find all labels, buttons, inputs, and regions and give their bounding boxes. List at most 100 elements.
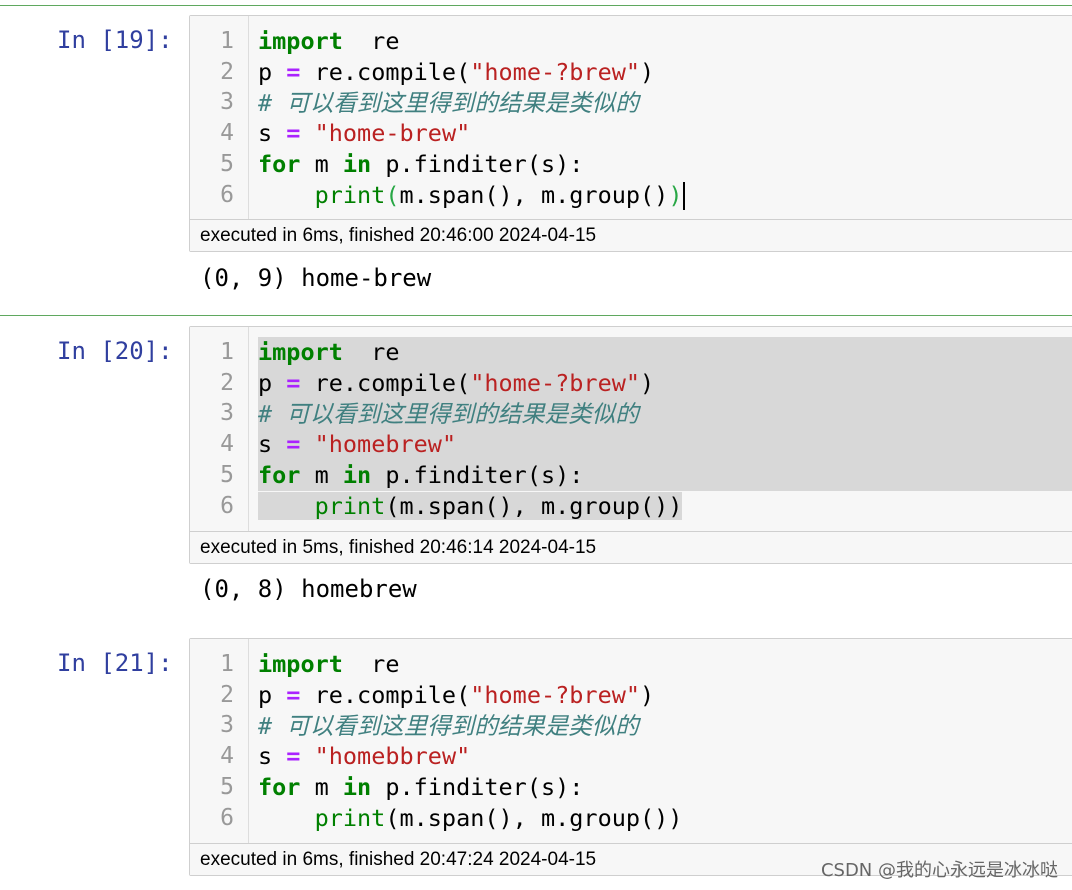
- line-number: 4: [220, 743, 234, 769]
- code-line[interactable]: s = "home-brew": [258, 118, 1072, 149]
- code-token: p: [258, 680, 287, 709]
- input-prompt: In [20]:: [57, 337, 173, 365]
- code-line[interactable]: s = "homebrew": [258, 429, 1072, 461]
- code-token: p.finditer(s):: [371, 461, 584, 490]
- line-number: 3: [220, 400, 234, 426]
- code-token: m: [300, 773, 343, 802]
- line-number: 2: [220, 370, 234, 396]
- line-number: 5: [220, 462, 234, 488]
- code-token: re: [342, 27, 400, 55]
- code-line[interactable]: import re: [258, 337, 1072, 368]
- cell-output: (0, 8) homebrew: [200, 575, 417, 603]
- code-line[interactable]: s = "homebbrew": [258, 741, 1072, 772]
- input-prompt: In [21]:: [57, 649, 173, 677]
- keyword-token: import: [258, 338, 343, 366]
- line-number: 1: [220, 339, 234, 365]
- code-line[interactable]: for m in p.finditer(s):: [258, 149, 1072, 180]
- line-number: 1: [220, 651, 234, 677]
- string-token: "home-?brew": [470, 680, 641, 709]
- line-number: 5: [220, 151, 234, 177]
- code-token: p: [258, 57, 287, 86]
- operator-token: =: [286, 742, 301, 771]
- string-token: "home-?brew": [470, 368, 641, 397]
- code-line[interactable]: # 可以看到这里得到的结果是类似的: [258, 711, 1072, 742]
- operator-token: =: [286, 57, 301, 86]
- keyword-token: in: [342, 773, 372, 802]
- comment-token: # 可以看到这里得到的结果是类似的: [258, 399, 639, 428]
- code-line[interactable]: p = re.compile("home-?brew"): [258, 57, 1072, 88]
- operator-token: =: [286, 680, 301, 709]
- keyword-token: import: [258, 650, 343, 678]
- code-token: (m.span(), m.group()): [385, 491, 683, 520]
- code-token: (m.span(), m.group()): [385, 803, 683, 832]
- code-editor[interactable]: 1 2 3 4 5 6 import re p = re.compile("hom…: [189, 638, 1072, 876]
- code-token: ): [640, 680, 655, 709]
- code-line[interactable]: p = re.compile("home-?brew"): [258, 680, 1072, 711]
- keyword-token: for: [258, 150, 301, 179]
- cell-selection-border-bottom: [0, 315, 1072, 316]
- line-number: 4: [220, 120, 234, 146]
- code-lines[interactable]: import re p = re.compile("home-?brew") # 可…: [258, 26, 1072, 211]
- code-line[interactable]: for m in p.finditer(s):: [258, 460, 1072, 491]
- matching-paren-token: ): [668, 180, 683, 209]
- line-number: 3: [220, 89, 234, 115]
- code-token: m.span(), m.group(): [399, 180, 669, 209]
- cell-output: (0, 9) home-brew: [200, 264, 432, 292]
- matching-paren-token: (: [385, 180, 400, 209]
- builtin-token: print: [314, 803, 386, 832]
- code-line[interactable]: print(m.span(), m.group()): [258, 803, 1072, 834]
- code-token: m: [300, 150, 343, 179]
- code-editor[interactable]: 1 2 3 4 5 6 import re p = re.compile("hom…: [189, 326, 1072, 564]
- keyword-token: for: [258, 461, 301, 490]
- code-token: s: [258, 119, 287, 148]
- csdn-watermark: CSDN @我的心永远是冰冰哒: [820, 860, 1058, 881]
- code-line[interactable]: import re: [258, 649, 1072, 680]
- code-line[interactable]: # 可以看到这里得到的结果是类似的: [258, 88, 1072, 119]
- line-number: 6: [220, 182, 234, 208]
- code-line[interactable]: print(m.span(), m.group()): [258, 491, 1072, 522]
- code-line[interactable]: print(m.span(), m.group()): [258, 180, 1072, 211]
- code-editor[interactable]: 1 2 3 4 5 6 import re p = re.compile("hom…: [189, 15, 1072, 252]
- keyword-token: for: [258, 773, 301, 802]
- code-token: re.compile(: [300, 680, 471, 709]
- string-token: "home-brew": [314, 119, 471, 148]
- builtin-token: print: [314, 180, 386, 209]
- code-token: ): [640, 57, 655, 86]
- code-lines[interactable]: import re p = re.compile("home-?brew") # 可…: [258, 649, 1072, 834]
- code-token: re.compile(: [300, 368, 471, 397]
- code-line[interactable]: # 可以看到这里得到的结果是类似的: [258, 398, 1072, 430]
- line-number: 4: [220, 431, 234, 457]
- code-lines[interactable]: import re p = re.compile("home-?brew") # 可…: [258, 337, 1072, 522]
- code-token: p.finditer(s):: [371, 150, 584, 179]
- code-token: re.compile(: [300, 57, 471, 86]
- line-number: 2: [220, 59, 234, 85]
- execution-time-footer: executed in 5ms, finished 20:46:14 2024-…: [190, 531, 1072, 563]
- string-token: "home-?brew": [470, 57, 641, 86]
- code-line[interactable]: for m in p.finditer(s):: [258, 772, 1072, 803]
- line-number: 6: [220, 493, 234, 519]
- input-prompt: In [19]:: [57, 26, 173, 54]
- keyword-token: in: [342, 150, 372, 179]
- code-line[interactable]: p = re.compile("home-?brew"): [258, 367, 1072, 399]
- code-token: p: [258, 368, 287, 397]
- line-number-gutter: 1 2 3 4 5 6: [190, 327, 249, 531]
- line-number: 3: [220, 712, 234, 738]
- comment-token: # 可以看到这里得到的结果是类似的: [258, 88, 639, 117]
- code-token: m: [300, 461, 343, 490]
- code-token: s: [258, 430, 287, 459]
- execution-time-footer: executed in 6ms, finished 20:46:00 2024-…: [190, 219, 1072, 251]
- cell-selection-border-top: [0, 5, 1072, 6]
- operator-token: =: [286, 368, 301, 397]
- keyword-token: in: [342, 461, 372, 490]
- comment-token: # 可以看到这里得到的结果是类似的: [258, 711, 639, 740]
- code-line[interactable]: import re: [258, 26, 1072, 57]
- string-token: "homebrew": [314, 430, 457, 459]
- keyword-token: import: [258, 27, 343, 55]
- code-token: p.finditer(s):: [371, 773, 584, 802]
- line-number: 5: [220, 774, 234, 800]
